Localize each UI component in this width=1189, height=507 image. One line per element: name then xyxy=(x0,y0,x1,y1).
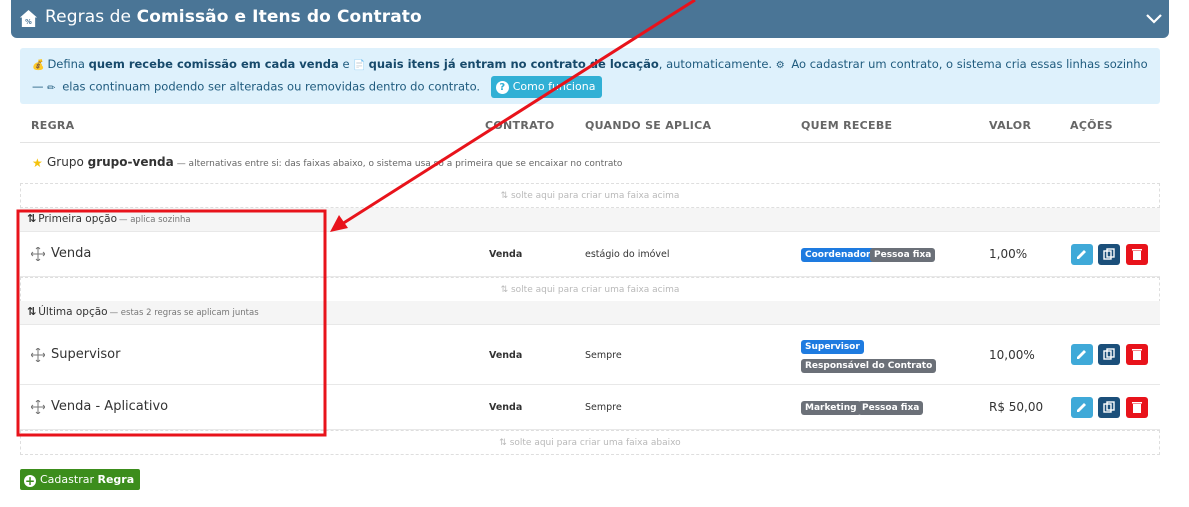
header-acoes: AÇÕES xyxy=(1070,119,1113,132)
rule-name: Venda - Aplicativo xyxy=(51,399,169,414)
how-it-works-button[interactable]: ? Como funciona xyxy=(490,76,603,98)
pencil-icon xyxy=(1077,250,1086,259)
badge-pessoa-fixa: Pessoa fixa xyxy=(870,248,936,262)
star-icon: ★ xyxy=(32,156,43,170)
header-regra: REGRA xyxy=(31,119,75,132)
group-label: Grupo grupo-venda — alternativas entre si… xyxy=(47,155,623,169)
edit-button[interactable] xyxy=(1071,397,1093,418)
rule-name: Supervisor xyxy=(51,347,121,362)
table-row[interactable]: Supervisor Venda Sempre Supervisor Respo… xyxy=(20,325,1160,385)
quando-value: estágio do imóvel xyxy=(585,249,670,260)
quando-value: Sempre xyxy=(585,402,622,413)
panel-header[interactable]: % Regras de Comissão e Itens do Contrato xyxy=(11,0,1169,38)
delete-button[interactable] xyxy=(1126,397,1148,418)
pencil-icon xyxy=(1077,403,1086,412)
badge-coordenador: Coordenador xyxy=(801,248,875,262)
drop-zone-below[interactable]: ⇅ solte aqui para criar uma faixa abaixo xyxy=(20,430,1160,455)
edit-button[interactable] xyxy=(1071,344,1093,365)
delete-button[interactable] xyxy=(1126,344,1148,365)
move-icon[interactable] xyxy=(31,348,45,362)
gear-icon: ⚙ xyxy=(775,60,785,71)
copy-icon xyxy=(1103,248,1115,260)
delete-button[interactable] xyxy=(1126,244,1148,265)
quando-value: Sempre xyxy=(585,350,622,361)
sort-arrows-icon: ⇅ xyxy=(27,212,37,225)
question-icon: ? xyxy=(495,81,509,94)
drop-zone-above-2[interactable]: ⇅ solte aqui para criar uma faixa acima xyxy=(20,277,1160,302)
document-icon: 📄 xyxy=(353,60,366,71)
move-icon[interactable] xyxy=(31,400,45,414)
copy-button[interactable] xyxy=(1098,344,1120,365)
group-row: ★ Grupo grupo-venda — alternativas entre … xyxy=(20,143,1160,183)
header-quem: QUEM RECEBE xyxy=(801,119,893,132)
copy-button[interactable] xyxy=(1098,244,1120,265)
home-percent-icon: % xyxy=(19,9,38,28)
contrato-value: Venda xyxy=(489,249,523,260)
drop-zone-above-1[interactable]: ⇅ solte aqui para criar uma faixa acima xyxy=(20,183,1160,208)
header-valor: VALOR xyxy=(989,119,1032,132)
valor-value: R$ 50,00 xyxy=(989,400,1044,414)
table-header: REGRA CONTRATO QUANDO SE APLICA QUEM REC… xyxy=(20,110,1160,143)
move-icon[interactable] xyxy=(31,247,45,261)
header-contrato: CONTRATO xyxy=(485,119,555,132)
plus-icon: + xyxy=(24,474,36,488)
sort-arrows-icon: ⇅ xyxy=(27,305,37,318)
option-header-last: ⇅ Última opção — estas 2 regras se aplicam… xyxy=(20,301,1160,325)
table-row[interactable]: Venda Venda estágio do imóvel Coordenado… xyxy=(20,232,1160,277)
table-row[interactable]: Venda - Aplicativo Venda Sempre Marketin… xyxy=(20,385,1160,430)
page-title: Regras de Comissão e Itens do Contrato xyxy=(45,7,422,27)
contrato-value: Venda xyxy=(489,402,523,413)
money-bag-icon: 💰 xyxy=(32,60,45,71)
edit-button[interactable] xyxy=(1071,244,1093,265)
trash-icon xyxy=(1132,402,1142,413)
svg-text:%: % xyxy=(25,18,32,26)
copy-icon xyxy=(1103,401,1115,413)
badge-marketing: Marketing xyxy=(801,401,861,415)
info-box: 💰 Defina quem recebe comissão em cada ven… xyxy=(20,48,1160,104)
trash-icon xyxy=(1132,349,1142,360)
add-rule-button[interactable]: + Cadastrar Regra xyxy=(20,469,141,490)
badge-pessoa-fixa: Pessoa fixa xyxy=(858,401,924,415)
rule-name: Venda xyxy=(51,246,92,261)
option-header-first: ⇅ Primeira opção — aplica sozinha xyxy=(20,208,1160,232)
pencil-icon: ✏ xyxy=(47,82,56,94)
contrato-value: Venda xyxy=(489,350,523,361)
trash-icon xyxy=(1132,249,1142,260)
chevron-down-icon[interactable] xyxy=(1145,10,1163,28)
copy-button[interactable] xyxy=(1098,397,1120,418)
copy-icon xyxy=(1103,348,1115,360)
valor-value: 1,00% xyxy=(989,247,1028,261)
pencil-icon xyxy=(1077,350,1086,359)
valor-value: 10,00% xyxy=(989,348,1035,362)
badge-responsavel: Responsável do Contrato xyxy=(801,359,937,373)
header-quando: QUANDO SE APLICA xyxy=(585,119,712,132)
badge-supervisor: Supervisor xyxy=(801,340,864,354)
